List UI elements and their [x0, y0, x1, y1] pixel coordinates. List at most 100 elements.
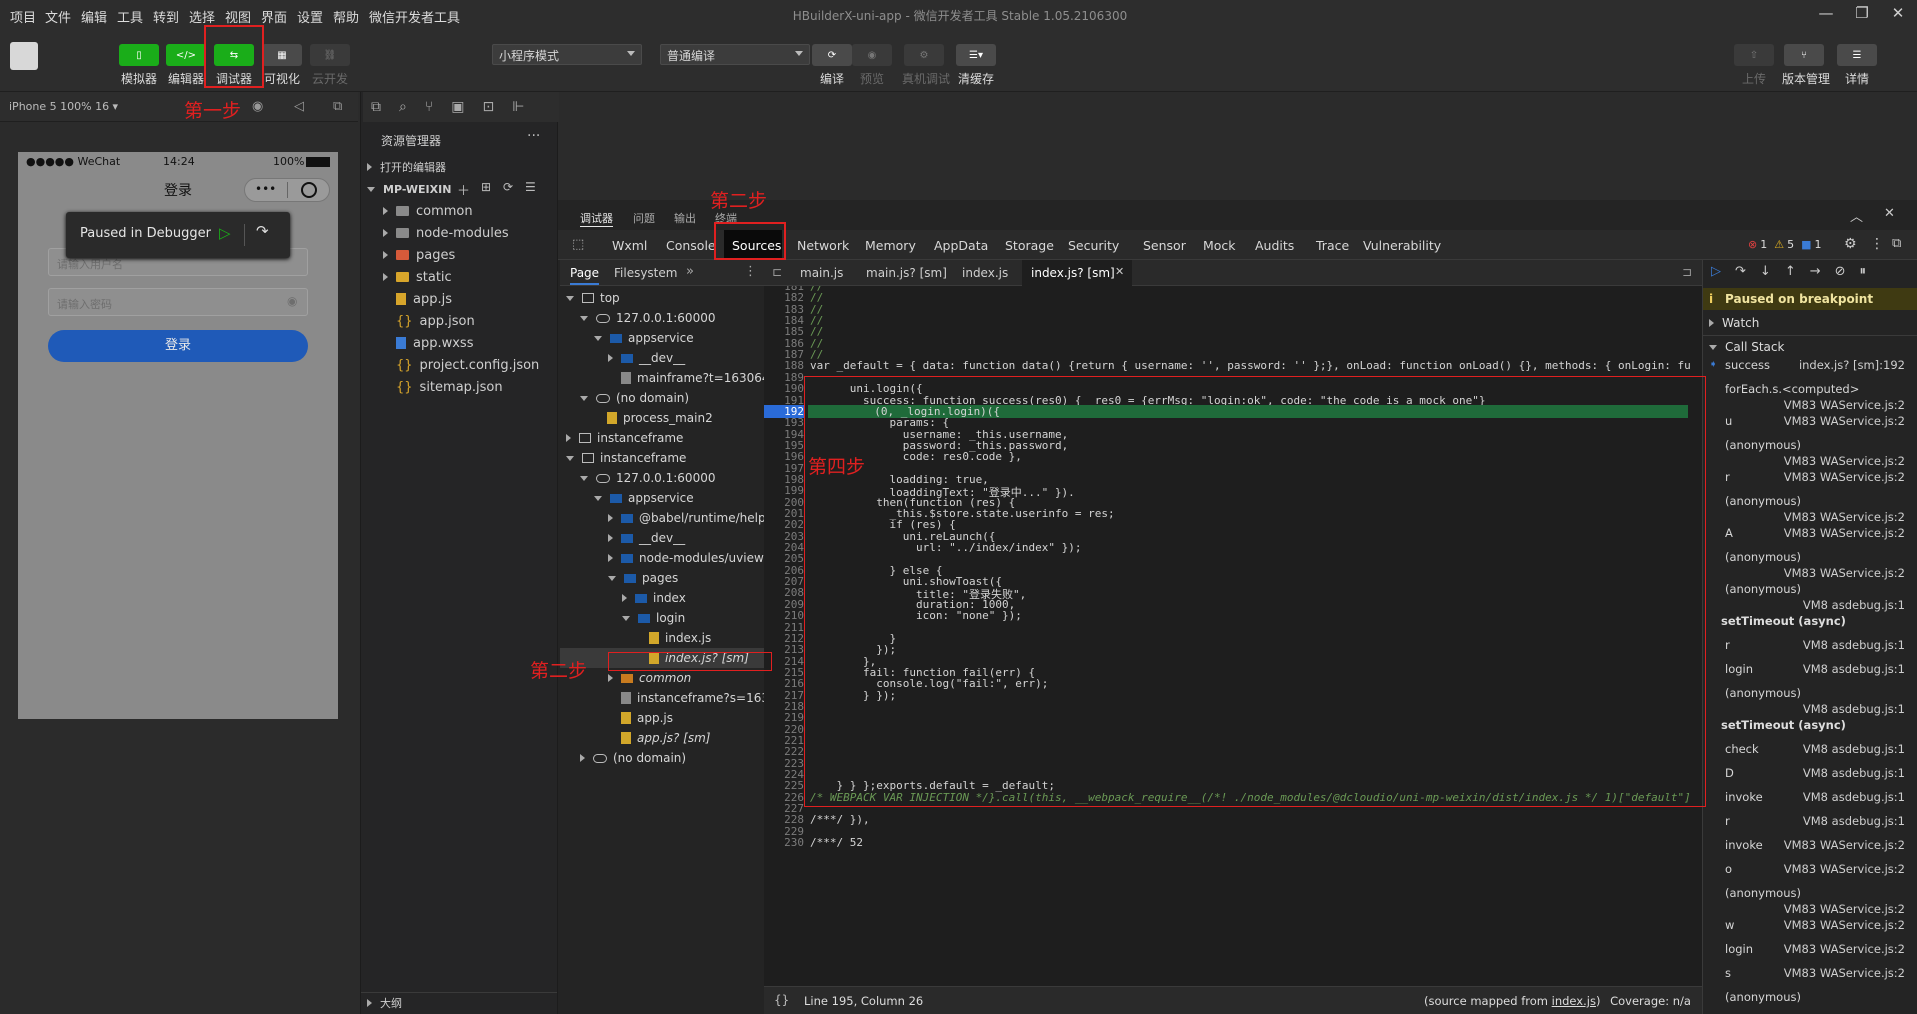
call-frame[interactable]: check	[1725, 742, 1759, 756]
tree-item-sitemap[interactable]: {} sitemap.json	[396, 376, 503, 398]
source-tree-item[interactable]: @babel/runtime/helpe	[608, 508, 773, 528]
chevron-up-icon[interactable]: ︿	[1850, 206, 1863, 225]
issue-counters[interactable]: ⊗ 1 ⚠ 5 ■ 1	[1748, 238, 1822, 251]
source-tree-item[interactable]: appservice	[594, 328, 694, 348]
call-frame[interactable]: s	[1725, 966, 1731, 980]
tab-memory[interactable]: Memory	[865, 238, 916, 253]
call-frame[interactable]: invoke	[1725, 790, 1763, 804]
tree-item-app-wxss[interactable]: app.wxss	[396, 332, 473, 354]
call-frame-location[interactable]: VM83 WAService.js:2	[1784, 862, 1905, 876]
deactivate-breakpoints-icon[interactable]: ⊘	[1835, 264, 1846, 279]
mode-select[interactable]: 小程序模式	[492, 44, 642, 65]
call-frame-location[interactable]: VM83 WAService.js:2	[1784, 902, 1905, 916]
tab-sensor[interactable]: Sensor	[1143, 238, 1186, 253]
pause-exceptions-icon[interactable]: ⏸	[1860, 264, 1867, 279]
open-editors-section[interactable]: 打开的编辑器	[367, 156, 446, 178]
source-tree-item[interactable]: instanceframe	[566, 428, 683, 448]
call-frame[interactable]: login	[1725, 942, 1753, 956]
menu-goto[interactable]: 转到	[153, 7, 179, 26]
source-tree-item[interactable]: index	[622, 588, 686, 608]
call-frame[interactable]: (anonymous)	[1725, 990, 1801, 1004]
source-tree-item[interactable]: instanceframe	[566, 448, 686, 468]
source-tree-item[interactable]: pages	[608, 568, 678, 588]
outline-section[interactable]: 大纲	[367, 992, 402, 1014]
tree-item-static[interactable]: static	[383, 266, 452, 288]
call-frame-location[interactable]: VM83 WAService.js:2	[1784, 966, 1905, 980]
menu-file[interactable]: 文件	[45, 7, 71, 26]
avatar[interactable]	[10, 42, 38, 70]
call-frame[interactable]: A	[1725, 526, 1733, 540]
toggle-navigator-icon[interactable]: ⊏	[772, 265, 782, 279]
tab-page[interactable]: Page	[570, 266, 600, 285]
tree-item-project-config[interactable]: {} project.config.json	[396, 354, 539, 376]
menu-interface[interactable]: 界面	[261, 7, 287, 26]
call-frame[interactable]: success	[1725, 358, 1770, 372]
call-frame-location[interactable]: VM83 WAService.js:2	[1784, 918, 1905, 932]
tree-item-app-js[interactable]: app.js	[396, 288, 452, 310]
step-over-icon[interactable]: ↷	[256, 222, 269, 240]
upload-button[interactable]: ⇧ 上传	[1732, 44, 1776, 87]
volume-icon[interactable]: ◁	[294, 99, 304, 114]
close-tab-icon[interactable]: ✕	[1115, 265, 1124, 278]
source-tree-item[interactable]: appservice	[594, 488, 694, 508]
menu-settings[interactable]: 设置	[297, 7, 323, 26]
source-control-icon[interactable]: ⑂	[425, 99, 433, 115]
close-window-icon[interactable]: ✕	[1886, 4, 1910, 26]
line-number[interactable]: 230	[764, 836, 804, 849]
new-folder-icon[interactable]: ⊞	[481, 180, 491, 194]
editor-tab-index-js-sm[interactable]: index.js? [sm]	[1031, 266, 1115, 280]
source-tree-item[interactable]: app.js	[608, 708, 673, 728]
call-frame-location[interactable]: VM83 WAService.js:2	[1784, 566, 1905, 580]
call-frame[interactable]: (anonymous)	[1725, 494, 1801, 508]
menu-project[interactable]: 项目	[10, 7, 36, 26]
call-frame-location[interactable]: VM8 asdebug.js:1	[1803, 814, 1905, 828]
version-button[interactable]: ⑂ 版本管理	[1782, 44, 1830, 87]
resume-icon[interactable]: ▷	[219, 224, 231, 242]
project-section[interactable]: MP-WEIXIN ＋ ⊞ ⟳ ☰	[367, 178, 557, 200]
device-info[interactable]: iPhone 5 100% 16 ▾	[9, 100, 118, 113]
call-frame-location[interactable]: VM83 WAService.js:2	[1784, 838, 1905, 852]
remote-debug-button[interactable]: ⚙ 真机调试	[902, 44, 950, 87]
collapse-icon[interactable]: ☰	[525, 180, 536, 194]
details-button[interactable]: ☰ 详情	[1835, 44, 1879, 87]
source-tree-item[interactable]: (no domain)	[580, 748, 686, 768]
more-icon[interactable]: •••	[255, 182, 276, 196]
call-frame-location[interactable]: VM8 asdebug.js:1	[1803, 662, 1905, 676]
tab-wxml[interactable]: Wxml	[612, 238, 647, 253]
source-tree-item[interactable]: login	[622, 608, 685, 628]
call-frame[interactable]: (anonymous)	[1725, 550, 1801, 564]
call-frame-location[interactable]: VM83 WAService.js:2	[1784, 470, 1905, 484]
editor-tab-main-js[interactable]: main.js	[800, 266, 843, 280]
split-icon[interactable]: ⊩	[512, 99, 524, 115]
tree-item-node-modules[interactable]: node-modules	[383, 222, 509, 244]
call-frame-location[interactable]: VM83 WAService.js:2	[1784, 510, 1905, 524]
editor-tab-index-js[interactable]: index.js	[962, 266, 1008, 280]
source-tree-item[interactable]: instanceframe?s=1630	[608, 688, 777, 708]
popout-icon[interactable]: ⧉	[333, 99, 342, 114]
call-frame-location[interactable]: VM83 WAService.js:2	[1784, 454, 1905, 468]
call-frame[interactable]: login	[1725, 662, 1753, 676]
inspect-icon[interactable]: ⬚	[572, 237, 584, 252]
call-frame[interactable]: o	[1725, 862, 1732, 876]
tab-audits[interactable]: Audits	[1255, 238, 1294, 253]
tree-item-pages[interactable]: pages	[383, 244, 455, 266]
tab-trace[interactable]: Trace	[1316, 238, 1349, 253]
tab-problems[interactable]: 问题	[633, 210, 655, 226]
call-frame-location[interactable]: VM83 WAService.js:2	[1784, 526, 1905, 540]
record-icon[interactable]: ◉	[252, 99, 263, 114]
call-frame[interactable]: r	[1725, 638, 1730, 652]
call-frame[interactable]: (anonymous)	[1725, 686, 1801, 700]
dock-icon[interactable]: ⧉	[1892, 236, 1901, 251]
preview-button[interactable]: ◉ 预览	[850, 44, 894, 87]
search-icon[interactable]: ⌕	[399, 99, 407, 115]
compile-mode-select[interactable]: 普通编译	[660, 44, 810, 65]
call-frame[interactable]: (anonymous)	[1725, 886, 1801, 900]
exit-icon[interactable]	[301, 182, 317, 198]
toggle-debugger-icon[interactable]: ⊐	[1682, 265, 1692, 279]
call-frame-location[interactable]: VM8 asdebug.js:1	[1803, 766, 1905, 780]
call-frame-location[interactable]: VM8 asdebug.js:1	[1803, 790, 1905, 804]
call-frame[interactable]: D	[1725, 766, 1734, 780]
tree-item-app-json[interactable]: {} app.json	[396, 310, 475, 332]
menu-view[interactable]: 视图	[225, 7, 251, 26]
menu-edit[interactable]: 编辑	[81, 7, 107, 26]
